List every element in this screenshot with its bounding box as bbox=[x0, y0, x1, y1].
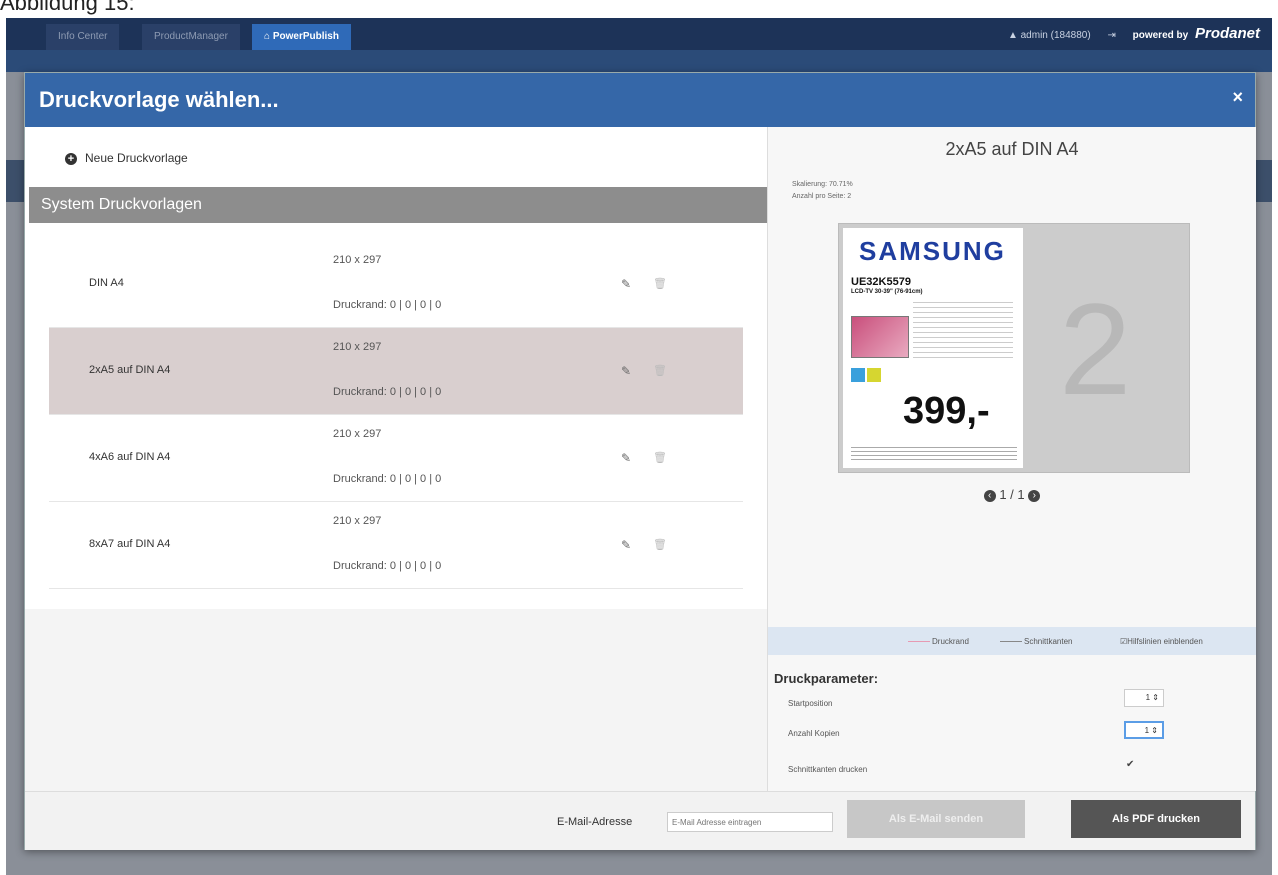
dialog-title: Druckvorlage wählen... bbox=[39, 87, 279, 112]
legend-print-margin-label: Druckrand bbox=[932, 637, 969, 646]
tab-power-publish-label: PowerPublish bbox=[272, 31, 339, 42]
user-icon: ▲ bbox=[1007, 30, 1021, 41]
print-cut-marks-checkbox[interactable]: ✔ bbox=[1126, 759, 1134, 770]
per-page-text: Anzahl pro Seite: 2 bbox=[792, 193, 852, 200]
preview-pane: 2xA5 auf DIN A4 Skalierung: 70.71% Anzah… bbox=[767, 127, 1256, 791]
close-icon[interactable]: × bbox=[1232, 87, 1243, 108]
start-position-value: 1 bbox=[1145, 693, 1151, 702]
energy-badges bbox=[851, 368, 883, 387]
tab-info-center[interactable]: Info Center bbox=[46, 24, 120, 50]
template-margin: Druckrand: 0 | 0 | 0 | 0 bbox=[333, 560, 442, 572]
template-margin: Druckrand: 0 | 0 | 0 | 0 bbox=[333, 299, 442, 311]
send-email-button[interactable]: Als E-Mail senden bbox=[847, 800, 1025, 838]
tab-power-publish[interactable]: ⌂ PowerPublish bbox=[252, 24, 351, 50]
template-list-pane: + Neue Druckvorlage System Druckvorlagen … bbox=[25, 127, 767, 791]
template-row[interactable]: DIN A4 210 x 297 Druckrand: 0 | 0 | 0 | … bbox=[49, 241, 743, 328]
template-name: 2xA5 auf DIN A4 bbox=[89, 364, 171, 376]
template-list: DIN A4 210 x 297 Druckrand: 0 | 0 | 0 | … bbox=[49, 241, 743, 589]
copies-value: 1 bbox=[1144, 726, 1150, 735]
legend-cut-marks-label: Schnittkanten bbox=[1024, 637, 1073, 646]
legend-line-icon bbox=[908, 641, 930, 643]
start-position-input[interactable]: 1 ⇕ bbox=[1124, 689, 1164, 707]
template-name: 8xA7 auf DIN A4 bbox=[89, 538, 171, 550]
trash-icon[interactable]: 🗑 bbox=[653, 451, 667, 464]
edit-icon[interactable]: ✎ bbox=[621, 538, 631, 552]
scale-info: Skalierung: 70.71% Anzahl pro Seite: 2 bbox=[792, 179, 853, 203]
template-row[interactable]: 4xA6 auf DIN A4 210 x 297 Druckrand: 0 |… bbox=[49, 415, 743, 502]
home-icon: ⌂ bbox=[264, 31, 273, 42]
logout-icon[interactable]: ⇥ bbox=[1107, 30, 1115, 41]
brand-logo: Prodanet bbox=[1194, 25, 1260, 42]
template-row-selected[interactable]: 2xA5 auf DIN A4 210 x 297 Druckrand: 0 |… bbox=[49, 328, 743, 415]
scale-text: Skalierung: 70.71% bbox=[792, 181, 853, 188]
footer-lines bbox=[851, 444, 1017, 460]
template-name: 4xA6 auf DIN A4 bbox=[89, 451, 171, 463]
legend-bar: Druckrand Schnittkanten ☑Hilfslinien ein… bbox=[768, 627, 1256, 655]
print-pdf-button[interactable]: Als PDF drucken bbox=[1071, 800, 1241, 838]
background-toolbar bbox=[6, 50, 1272, 72]
legend-line-icon bbox=[1000, 641, 1022, 643]
trash-icon[interactable]: 🗑 bbox=[653, 364, 667, 377]
template-margin: Druckrand: 0 | 0 | 0 | 0 bbox=[333, 386, 442, 398]
spec-lines bbox=[913, 298, 1013, 358]
tab-product-manager[interactable]: ProductManager bbox=[142, 24, 240, 50]
template-dialog: Druckvorlage wählen... × + Neue Druckvorl… bbox=[24, 72, 1256, 850]
edit-icon[interactable]: ✎ bbox=[621, 277, 631, 291]
legend-print-margin: Druckrand bbox=[908, 637, 969, 646]
template-name: DIN A4 bbox=[89, 277, 124, 289]
template-dimensions: 210 x 297 bbox=[333, 428, 382, 440]
plus-circle-icon: + bbox=[65, 153, 77, 165]
user-area: ▲ admin (184880) ⇥ powered by Prodanet bbox=[1008, 18, 1260, 50]
pager: ‹ 1 / 1 › bbox=[768, 487, 1256, 502]
preview-title: 2xA5 auf DIN A4 bbox=[945, 139, 1079, 159]
chevron-left-icon[interactable]: ‹ bbox=[983, 489, 996, 502]
template-list-panel: + Neue Druckvorlage System Druckvorlagen … bbox=[25, 127, 767, 609]
top-navigation-bar: Info Center ProductManager ⌂ PowerPublis… bbox=[6, 18, 1272, 50]
figure-caption: Abbildung 15: bbox=[0, 0, 135, 15]
template-dimensions: 210 x 297 bbox=[333, 254, 382, 266]
new-template-button[interactable]: + Neue Druckvorlage bbox=[65, 151, 188, 165]
start-position-label: Startposition bbox=[788, 699, 833, 708]
show-guides-label: Hilfslinien einblenden bbox=[1127, 637, 1203, 646]
badge-icon bbox=[867, 368, 881, 382]
powered-by-label: powered by bbox=[1132, 30, 1189, 41]
page-number-placeholder: 2 bbox=[1059, 276, 1132, 422]
template-row[interactable]: 8xA7 auf DIN A4 210 x 297 Druckrand: 0 |… bbox=[49, 502, 743, 589]
chevron-right-icon[interactable]: › bbox=[1028, 489, 1041, 502]
template-dimensions: 210 x 297 bbox=[333, 515, 382, 527]
print-cut-marks-label: Schnittkanten drucken bbox=[788, 765, 868, 774]
dialog-footer: E-Mail-Adresse Als E-Mail senden Als PDF… bbox=[25, 791, 1255, 850]
samsung-logo: SAMSUNG bbox=[859, 236, 1006, 266]
badge-icon bbox=[851, 368, 865, 382]
copies-label: Anzahl Kopien bbox=[788, 729, 840, 738]
section-title: System Druckvorlagen bbox=[41, 196, 202, 213]
dialog-header: Druckvorlage wählen... × bbox=[25, 73, 1255, 127]
template-dimensions: 210 x 297 bbox=[333, 341, 382, 353]
edit-icon[interactable]: ✎ bbox=[621, 364, 631, 378]
section-header: System Druckvorlagen bbox=[29, 187, 767, 223]
print-params-title: Druckparameter: bbox=[774, 671, 879, 686]
print-preview: SAMSUNG UE32K5579 LCD-TV 30-39" (76-91cm… bbox=[838, 223, 1190, 473]
legend-cut-marks: Schnittkanten bbox=[1000, 637, 1072, 646]
user-name[interactable]: admin (184880) bbox=[1021, 30, 1091, 41]
copies-input[interactable]: 1 ⇕ bbox=[1124, 721, 1164, 739]
product-model: UE32K5579 bbox=[851, 276, 911, 288]
email-label: E-Mail-Adresse bbox=[557, 816, 633, 828]
preview-page-product: SAMSUNG UE32K5579 LCD-TV 30-39" (76-91cm… bbox=[843, 228, 1023, 468]
tv-image bbox=[851, 316, 909, 358]
edit-icon[interactable]: ✎ bbox=[621, 451, 631, 465]
product-subtitle: LCD-TV 30-39" (76-91cm) bbox=[851, 289, 923, 295]
template-margin: Druckrand: 0 | 0 | 0 | 0 bbox=[333, 473, 442, 485]
trash-icon[interactable]: 🗑 bbox=[653, 538, 667, 551]
product-price: 399,- bbox=[903, 390, 990, 432]
email-input[interactable] bbox=[667, 812, 833, 832]
trash-icon[interactable]: 🗑 bbox=[653, 277, 667, 290]
pager-text: 1 / 1 bbox=[999, 487, 1025, 502]
show-guides-toggle[interactable]: ☑Hilfslinien einblenden bbox=[1120, 637, 1203, 646]
new-template-label: Neue Druckvorlage bbox=[85, 151, 188, 165]
